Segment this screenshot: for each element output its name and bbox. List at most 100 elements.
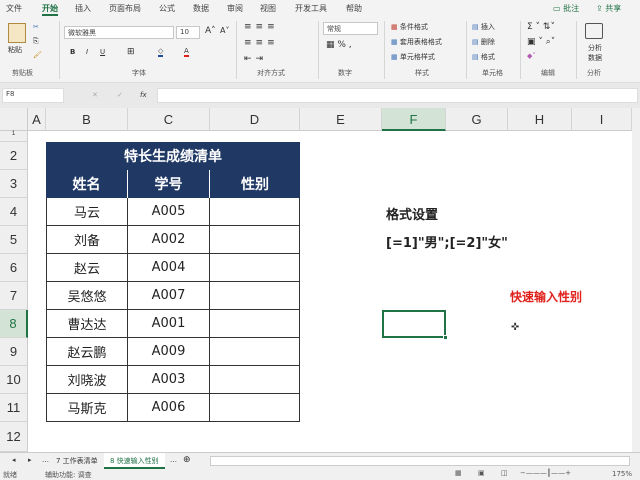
paste-icon[interactable] (8, 23, 26, 43)
function-icon[interactable]: fx (140, 91, 147, 99)
cancel-icon[interactable]: ✕ (92, 91, 98, 99)
normal-view-icon[interactable]: ▦ (455, 469, 462, 477)
analyze-data-icon[interactable] (585, 23, 603, 39)
fill-handle[interactable] (443, 335, 448, 340)
row-header-11[interactable]: 11 (0, 394, 28, 422)
tab-file[interactable]: 文件 (6, 3, 22, 14)
next-sheet-icon[interactable]: ▸ (28, 456, 32, 464)
tab-data[interactable]: 数据 (193, 3, 209, 14)
grow-font-icon[interactable]: A˄ (205, 26, 216, 36)
share-button[interactable]: ⇪ 共享 (596, 3, 621, 14)
delete-cells-button[interactable]: ▤ 删除 (472, 37, 495, 47)
row-header-1[interactable]: 1 (0, 131, 28, 142)
name-cell[interactable]: 刘备 (46, 226, 128, 254)
sheet-tab-1[interactable]: 7 工作表清单 (56, 456, 98, 466)
comments-button[interactable]: ▭ 批注 (553, 3, 579, 14)
id-cell[interactable]: A005 (128, 198, 210, 226)
fill-color-icon[interactable]: ◇ (158, 47, 164, 57)
more-sheets-right[interactable]: … (170, 456, 177, 464)
id-cell[interactable]: A001 (128, 310, 210, 338)
zoom-level[interactable]: 175% (612, 470, 632, 478)
horizontal-scrollbar[interactable] (210, 456, 630, 466)
cut-icon[interactable]: ✂ (33, 23, 39, 31)
row-header-10[interactable]: 10 (0, 366, 28, 394)
name-cell[interactable]: 刘晓波 (46, 366, 128, 394)
indent-icons[interactable]: ⇤⇥ (244, 54, 267, 64)
column-header-i[interactable]: I (572, 108, 632, 131)
column-header-e[interactable]: E (300, 108, 382, 131)
percent-icon[interactable]: ▦ % , (326, 40, 352, 50)
accessibility-status[interactable]: 辅助功能: 调查 (45, 470, 92, 480)
border-icon[interactable]: ⊞ (127, 47, 135, 57)
name-cell[interactable]: 曹达达 (46, 310, 128, 338)
column-header-h[interactable]: H (508, 108, 572, 131)
gender-cell[interactable] (210, 226, 300, 254)
row-header-6[interactable]: 6 (0, 254, 28, 282)
tab-review[interactable]: 审阅 (227, 3, 243, 14)
align-icons[interactable]: ≡≡≡ (244, 22, 279, 32)
underline-icon[interactable]: U (100, 48, 105, 56)
column-header-f[interactable]: F (382, 108, 446, 131)
id-cell[interactable]: A007 (128, 282, 210, 310)
tab-insert[interactable]: 插入 (75, 3, 91, 14)
gender-cell[interactable] (210, 394, 300, 422)
gender-cell[interactable] (210, 198, 300, 226)
name-cell[interactable]: 马斯克 (46, 394, 128, 422)
tab-developer[interactable]: 开发工具 (295, 3, 327, 14)
format-painter-icon[interactable]: 🖌 (33, 51, 42, 59)
format-cells-button[interactable]: ▤ 格式 (472, 52, 495, 62)
header-gender[interactable]: 性别 (210, 170, 300, 198)
gender-cell[interactable] (210, 338, 300, 366)
row-header-2[interactable]: 2 (0, 142, 28, 170)
align-icons-row2[interactable]: ≡≡≡ (244, 38, 279, 48)
paste-button[interactable]: 粘贴 (8, 45, 22, 55)
row-header-7[interactable]: 7 (0, 282, 28, 310)
gender-cell[interactable] (210, 282, 300, 310)
tab-help[interactable]: 帮助 (346, 3, 362, 14)
row-header-8[interactable]: 8 (0, 310, 28, 338)
zoom-slider[interactable]: −———┃——+ (520, 469, 571, 477)
clear-icon[interactable]: ◆˅ (527, 52, 536, 60)
tab-page-layout[interactable]: 页面布局 (109, 3, 141, 14)
page-break-icon[interactable]: ◫ (501, 469, 508, 477)
name-cell[interactable]: 吴悠悠 (46, 282, 128, 310)
tab-formulas[interactable]: 公式 (159, 3, 175, 14)
selected-cell-f8[interactable] (382, 310, 446, 338)
select-all-button[interactable] (0, 108, 28, 131)
font-color-icon[interactable]: A (184, 47, 189, 57)
autosum-icon[interactable]: Σ ˅ ⇅˅ (527, 22, 555, 32)
gender-cell[interactable] (210, 254, 300, 282)
name-box[interactable]: F8 (2, 88, 64, 103)
column-header-g[interactable]: G (446, 108, 508, 131)
row-header-5[interactable]: 5 (0, 226, 28, 254)
row-header-4[interactable]: 4 (0, 198, 28, 226)
gender-cell[interactable] (210, 366, 300, 394)
row-header-9[interactable]: 9 (0, 338, 28, 366)
find-icon[interactable]: ▣ ˅ ⌕˅ (527, 37, 555, 47)
column-header-b[interactable]: B (46, 108, 128, 131)
font-size-select[interactable]: 10 (176, 26, 200, 39)
row-header-3[interactable]: 3 (0, 170, 28, 198)
id-cell[interactable]: A003 (128, 366, 210, 394)
prev-sheet-icon[interactable]: ◂ (12, 456, 16, 464)
column-header-d[interactable]: D (210, 108, 300, 131)
analyze-data-button[interactable]: 分析数据 (585, 43, 605, 63)
insert-cells-button[interactable]: ▤ 插入 (472, 22, 495, 32)
add-sheet-icon[interactable]: ⊕ (183, 455, 191, 465)
header-name[interactable]: 姓名 (46, 170, 128, 198)
font-name-select[interactable]: 微软雅黑 (64, 26, 174, 39)
row-header-12[interactable]: 12 (0, 422, 28, 452)
bold-icon[interactable]: B (70, 48, 75, 56)
conditional-format-button[interactable]: ▦ 条件格式 (391, 22, 428, 32)
italic-icon[interactable]: I (86, 48, 88, 56)
copy-icon[interactable]: ⎘ (33, 37, 39, 46)
enter-icon[interactable]: ✓ (117, 91, 123, 99)
number-format-select[interactable]: 常规 (323, 22, 378, 35)
tab-home[interactable]: 开始 (42, 3, 58, 16)
page-layout-icon[interactable]: ▣ (478, 469, 485, 477)
column-header-a[interactable]: A (28, 108, 46, 131)
name-cell[interactable]: 赵云 (46, 254, 128, 282)
table-format-button[interactable]: ▦ 套用表格格式 (391, 37, 442, 47)
vertical-scrollbar[interactable] (632, 108, 640, 452)
cell-style-button[interactable]: ▦ 单元格样式 (391, 52, 435, 62)
